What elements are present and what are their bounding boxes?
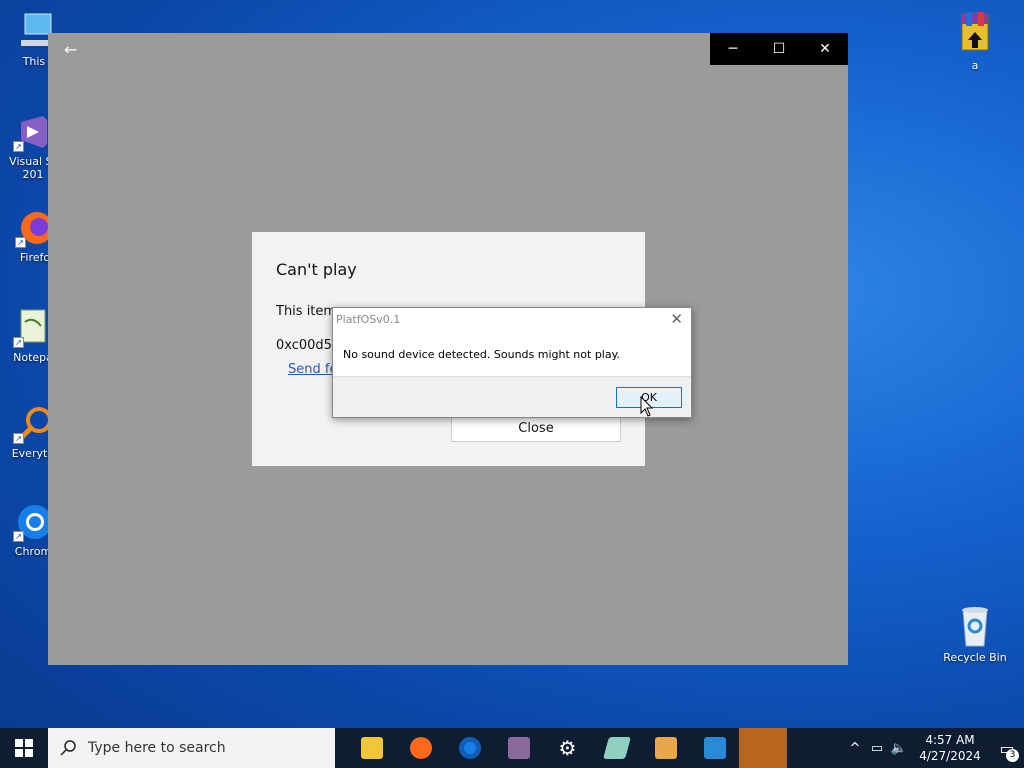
taskbar-notepad-plus[interactable]: [592, 728, 641, 768]
notepad-icon: ↗: [13, 308, 53, 348]
firefox-icon: [409, 737, 432, 759]
notification-center-icon[interactable]: ▭ 3: [990, 739, 1024, 762]
desktop-icon-recycle-bin[interactable]: Recycle Bin: [938, 602, 1012, 664]
file-explorer-icon: [360, 737, 383, 759]
maximize-button[interactable]: ☐: [756, 33, 802, 65]
shortcut-arrow-icon: ↗: [13, 141, 24, 152]
notepad-plus-icon: [602, 737, 631, 759]
taskbar-media-player[interactable]: [641, 728, 690, 768]
chrome-icon: ↗: [13, 502, 53, 542]
taskbar-active-app[interactable]: [739, 728, 787, 768]
dialog-title: Can't play: [276, 260, 357, 279]
clock[interactable]: 4:57 AM 4/27/2024: [910, 732, 990, 764]
system-tray: ^ ▭ 🔈 4:57 AM 4/27/2024 ▭ 3: [844, 728, 1024, 768]
error-code: 0xc00d52: [276, 338, 341, 353]
send-feedback-link[interactable]: Send fe: [288, 362, 337, 377]
close-window-button[interactable]: ✕: [802, 33, 848, 65]
desktop-icon-label: Chrom: [14, 545, 52, 558]
volume-muted-icon[interactable]: 🔈: [888, 741, 910, 756]
desktop-icon-label: Firefo: [19, 251, 51, 264]
notification-badge: 3: [1006, 748, 1019, 762]
everything-search-icon: ↗: [13, 404, 53, 444]
desktop-icon-label: Recycle Bin: [943, 651, 1007, 664]
mouse-cursor-icon: [640, 396, 654, 417]
taskbar-chrome[interactable]: [445, 728, 494, 768]
winrar-archive-icon: [952, 8, 998, 56]
recycle-bin-icon: [955, 602, 995, 648]
taskbar-file-explorer[interactable]: [347, 728, 396, 768]
taskbar-winrar[interactable]: [494, 728, 543, 768]
desktop-icon-a[interactable]: a: [938, 8, 1012, 72]
chevron-up-icon[interactable]: ^: [844, 741, 866, 756]
desktop-icon-label: a: [971, 59, 979, 72]
close-button[interactable]: Close: [451, 414, 621, 442]
clock-date: 4/27/2024: [919, 749, 981, 763]
taskbar-firefox[interactable]: [396, 728, 445, 768]
desktop-icon-label: Notepa: [13, 351, 53, 364]
shortcut-arrow-icon: ↗: [13, 531, 24, 542]
visual-studio-icon: ↗: [13, 112, 53, 152]
dialog-footer: OK: [333, 376, 691, 417]
close-icon[interactable]: ✕: [670, 310, 683, 328]
start-button[interactable]: [0, 728, 48, 768]
minimize-button[interactable]: ─: [710, 33, 756, 65]
taskbar: Type here to search ⚙ ^ ▭ 🔈 4:57 AM 4/27…: [0, 728, 1024, 768]
media-player-icon: [654, 737, 677, 759]
clock-time: 4:57 AM: [925, 733, 975, 747]
taskbar-movies-tv[interactable]: [690, 728, 739, 768]
network-icon[interactable]: ▭: [866, 741, 888, 756]
dialog-title: PlatfOSv0.1: [336, 313, 401, 326]
windows-logo-icon: [15, 739, 33, 757]
shortcut-arrow-icon: ↗: [13, 337, 24, 348]
back-arrow-icon[interactable]: ←: [64, 40, 77, 59]
shortcut-arrow-icon: ↗: [15, 237, 26, 248]
search-placeholder: Type here to search: [88, 740, 226, 756]
window-controls: ─ ☐ ✕: [710, 33, 848, 65]
winrar-icon: [507, 737, 530, 759]
dialog-message: This item: [276, 304, 337, 319]
sound-warning-dialog: PlatfOSv0.1 ✕ No sound device detected. …: [332, 307, 692, 418]
search-box[interactable]: Type here to search: [48, 728, 335, 768]
chrome-icon: [458, 737, 481, 759]
settings-icon: ⚙: [558, 736, 577, 760]
search-icon: [60, 740, 76, 756]
dialog-message: No sound device detected. Sounds might n…: [343, 348, 621, 361]
shortcut-arrow-icon: ↗: [13, 433, 24, 444]
movies-tv-icon: [703, 737, 726, 759]
taskbar-settings[interactable]: ⚙: [543, 728, 592, 768]
